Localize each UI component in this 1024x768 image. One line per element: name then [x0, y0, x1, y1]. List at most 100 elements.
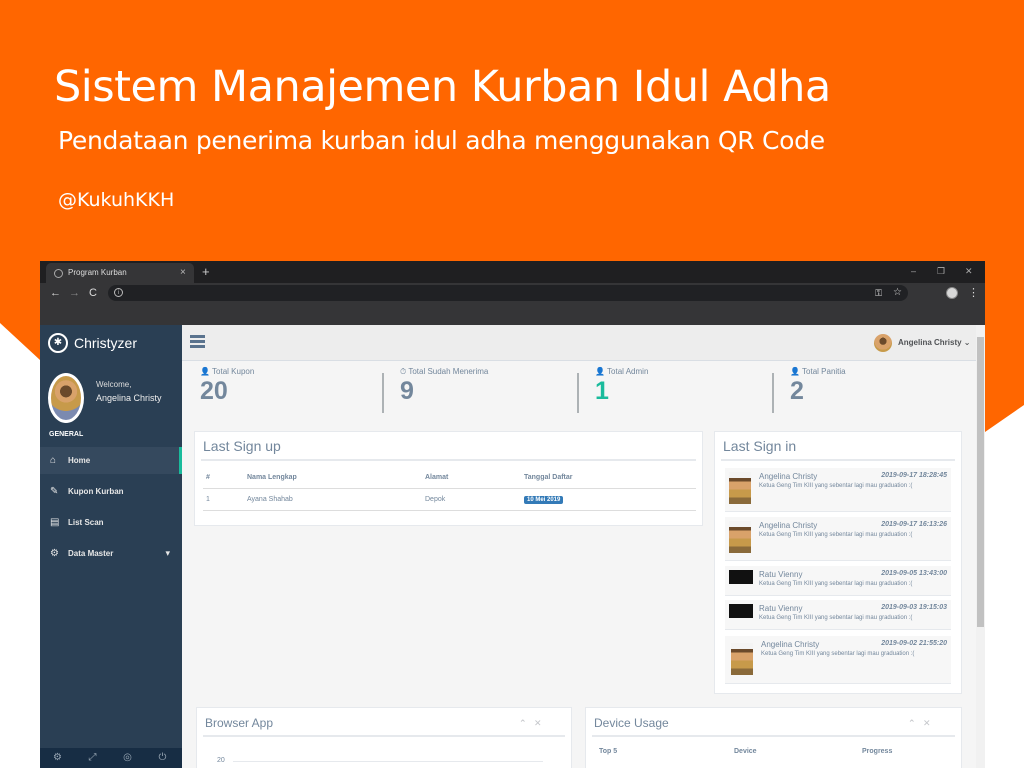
scrollbar-thumb[interactable] [977, 337, 984, 627]
stat-tile-total-admin: 👤 Total Admin 1 [577, 361, 767, 421]
stat-value: 2 [790, 377, 804, 405]
panel-title: Last Sign up [203, 438, 281, 454]
last-signup-panel: Last Sign up # Nama Lengkap Alamat Tangg… [194, 431, 703, 526]
panel-divider [203, 735, 565, 737]
signin-item: Angelina Christy 2019-09-02 21:55:20 Ket… [725, 636, 951, 684]
chart-gridline [233, 761, 543, 762]
sidebar-item-kupon-kurban[interactable]: ✎ Kupon Kurban [40, 478, 182, 505]
logout-icon[interactable]: ⏻ [145, 748, 180, 768]
panel-title: Browser App [205, 716, 274, 730]
hero-author: @KukuhKKH [58, 189, 175, 211]
hero-subtitle: Pendataan penerima kurban idul adha meng… [58, 126, 825, 155]
browser-window: Program Kurban × + – ❐ ✕ ← → C i ⚿ ☆ ⋮ ✱ [40, 261, 985, 768]
brand-link[interactable]: ✱ Christyzer [48, 331, 137, 355]
settings-icon[interactable]: ⚙ [40, 748, 75, 768]
signin-item: Angelina Christy 2019-09-17 18:28:45 Ket… [725, 468, 951, 512]
user-dropdown[interactable]: Angelina Christy ⌄ [874, 334, 971, 352]
key-icon[interactable]: ⚿ [875, 285, 882, 301]
menu-toggle-icon[interactable] [190, 335, 205, 349]
forward-button[interactable]: → [69, 285, 80, 301]
sidebar-footer: ⚙ ⤢ ◎ ⏻ [40, 748, 182, 768]
close-icon[interactable]: ✕ [923, 718, 931, 729]
signin-name: Angelina Christy [761, 640, 820, 649]
stats-tiles: 👤 Total Kupon 20 ⏱ Total Sudah Menerima … [182, 361, 976, 421]
sidebar-item-list-scan[interactable]: ▤ List Scan [40, 509, 182, 536]
bookmark-bar [40, 303, 985, 325]
welcome-name: Angelina Christy [96, 393, 162, 403]
collapse-icon[interactable]: ⌃ [908, 718, 916, 729]
panel-divider [721, 459, 955, 461]
user-avatar-small [874, 334, 892, 352]
chevron-down-icon: ▾ [165, 548, 170, 558]
tab-strip: Program Kurban × + – ❐ ✕ [40, 261, 985, 283]
restore-button[interactable]: ❐ [937, 261, 945, 281]
bookmark-star-icon[interactable]: ☆ [893, 285, 902, 301]
new-tab-button[interactable]: + [202, 261, 210, 283]
close-icon[interactable]: ✕ [534, 718, 542, 729]
table-row-divider [203, 510, 696, 511]
signin-name: Ratu Vienny [759, 604, 803, 613]
signin-item: Angelina Christy 2019-09-17 16:13:26 Ket… [725, 517, 951, 561]
tab-close-icon[interactable]: × [180, 263, 186, 283]
edit-icon: ✎ [50, 486, 59, 497]
signin-time: 2019-09-05 13:43:00 [881, 570, 947, 577]
window-close-button[interactable]: ✕ [965, 261, 973, 281]
stat-value: 1 [595, 377, 609, 405]
signin-name: Angelina Christy [759, 521, 818, 530]
tile-divider [577, 373, 579, 413]
user-name: Angelina Christy ⌄ [898, 338, 971, 347]
globe-icon [54, 269, 63, 278]
table-cell: 1 [206, 496, 210, 503]
signin-item: Ratu Vienny 2019-09-03 19:15:03 Ketua Ge… [725, 600, 951, 630]
stat-tile-total-panitia: 👤 Total Panitia 2 [772, 361, 962, 421]
signin-avatar [729, 472, 751, 504]
stat-tile-total-sudah-menerima: ⏱ Total Sudah Menerima 9 [382, 361, 572, 421]
signin-avatar [729, 521, 751, 553]
sidebar-item-label: List Scan [68, 518, 104, 527]
table-header: # [206, 474, 210, 481]
brand-name: Christyzer [74, 335, 138, 351]
bug-icon: ✱ [48, 333, 68, 353]
back-button[interactable]: ← [50, 285, 61, 301]
sidebar-item-data-master[interactable]: ⚙ Data Master ▾ [40, 540, 182, 567]
browser-menu-icon[interactable]: ⋮ [968, 285, 979, 301]
reload-button[interactable]: C [89, 285, 97, 301]
lock-icon[interactable]: ◎ [110, 748, 145, 768]
sidebar-item-home[interactable]: ⌂ Home [40, 447, 182, 474]
tile-divider [772, 373, 774, 413]
stat-value: 20 [200, 377, 228, 405]
gears-icon: ⚙ [50, 548, 59, 559]
signin-time: 2019-09-03 19:15:03 [881, 604, 947, 611]
signin-time: 2019-09-02 21:55:20 [881, 640, 947, 647]
user-avatar [48, 373, 84, 423]
signin-time: 2019-09-17 18:28:45 [881, 472, 947, 479]
sidebar: ✱ Christyzer Welcome, Angelina Christy G… [40, 325, 182, 768]
page-scrollbar[interactable] [976, 325, 985, 768]
profile-avatar[interactable] [946, 287, 958, 299]
url-input[interactable]: i ⚿ ☆ [108, 285, 908, 301]
sidebar-item-label: Data Master [68, 549, 114, 558]
info-icon[interactable]: i [114, 288, 123, 297]
stat-label: 👤 Total Kupon [200, 367, 255, 376]
signin-message: Ketua Geng Tim KIII yang sebentar lagi m… [761, 651, 915, 657]
stat-value: 9 [400, 377, 414, 405]
tab-title: Program Kurban [68, 268, 127, 277]
browser-app-panel: Browser App ⌃ ✕ 20 [196, 707, 572, 768]
fullscreen-icon[interactable]: ⤢ [75, 748, 110, 768]
slide: Sistem Manajemen Kurban Idul Adha Pendat… [0, 0, 1024, 768]
menu-section-title: GENERAL [49, 431, 84, 438]
welcome-label: Welcome, [96, 380, 132, 389]
stat-label: 👤 Total Panitia [790, 367, 846, 376]
date-badge: 10 Mei 2019 [524, 496, 564, 504]
signin-item: Ratu Vienny 2019-09-05 13:43:00 Ketua Ge… [725, 566, 951, 596]
signin-time: 2019-09-17 16:13:26 [881, 521, 947, 528]
browser-tab[interactable]: Program Kurban × [46, 263, 194, 283]
table-header: Nama Lengkap [247, 474, 297, 481]
collapse-icon[interactable]: ⌃ [519, 718, 527, 729]
minimize-button[interactable]: – [911, 261, 916, 281]
signin-avatar [731, 643, 753, 675]
signin-message: Ketua Geng Tim KIII yang sebentar lagi m… [759, 581, 913, 587]
table-icon: ▤ [50, 517, 60, 528]
table-header: Progress [862, 748, 893, 755]
table-cell: Depok [425, 496, 446, 503]
